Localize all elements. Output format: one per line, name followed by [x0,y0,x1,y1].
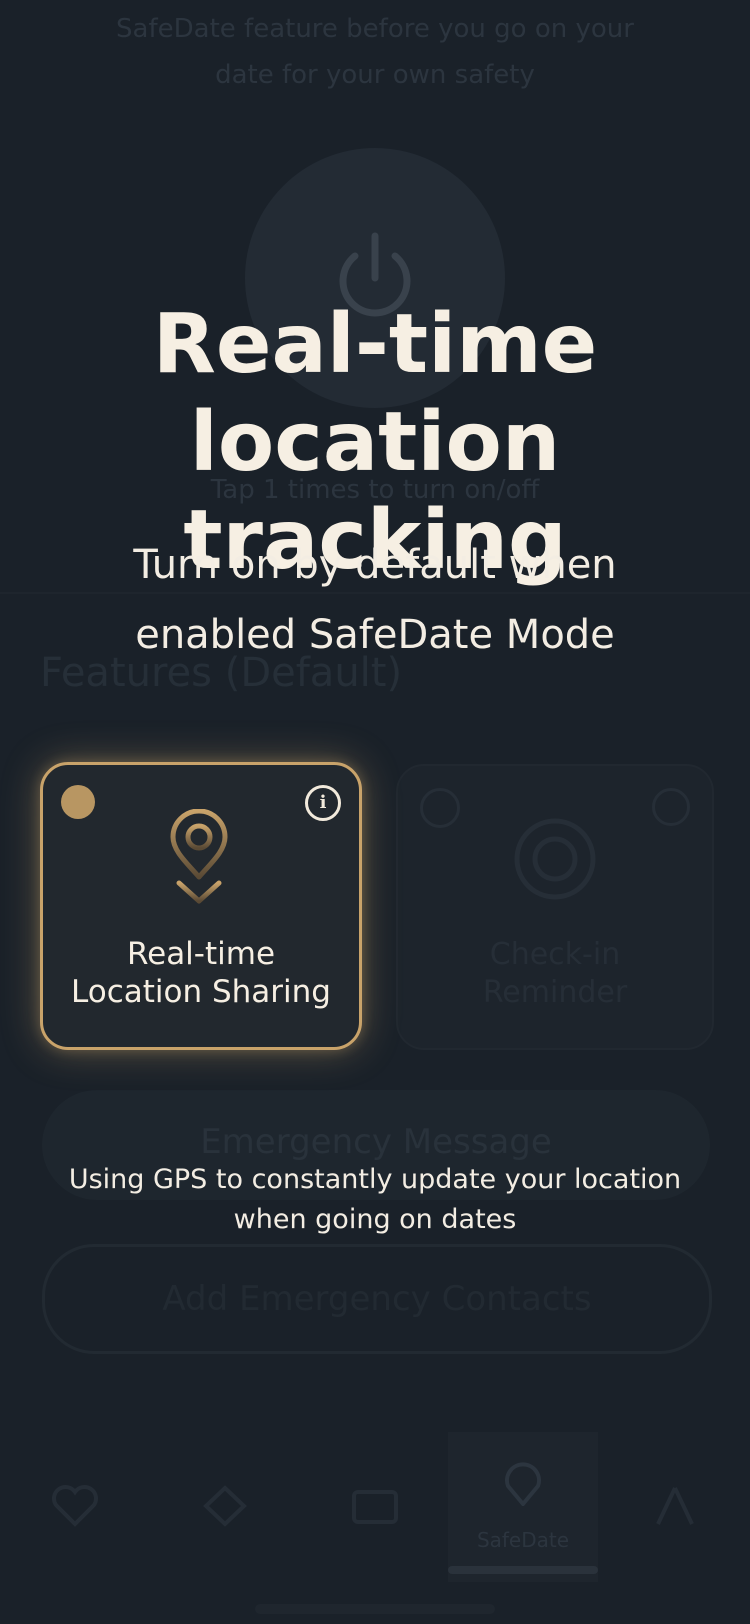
folder-icon [352,1490,398,1524]
caption-line-1: Using GPS to constantly update your loca… [68,1164,682,1195]
info-icon[interactable] [652,788,690,826]
tab-discover[interactable] [150,1432,300,1582]
target-icon [514,818,596,900]
heart-icon [52,1485,98,1527]
overlay-caption: Using GPS to constantly update your loca… [40,1160,710,1240]
diamond-icon [203,1485,247,1527]
tab-profile[interactable] [600,1432,750,1582]
subline-line-2: enabled SafeDate Mode [135,612,615,658]
card-label-line-2: Location Sharing [71,974,331,1010]
home-indicator [255,1604,495,1614]
subline-line-1: Turn on by default when [133,542,617,588]
intro-line-2: date for your own safety [215,60,535,90]
overlay-subline: Turn on by default when enabled SafeDate… [0,530,750,670]
shield-icon [505,1462,541,1506]
active-tab-indicator [448,1566,598,1574]
intro-text: SafeDate feature before you go on your d… [0,6,750,98]
tab-safedate-label: SafeDate [476,1528,570,1552]
add-emergency-contacts-label: Add Emergency Contacts [162,1279,592,1319]
caption-line-2: when going on dates [233,1204,517,1235]
tab-likes[interactable] [0,1432,150,1582]
info-icon[interactable]: i [305,785,341,821]
card-toggle-dot[interactable] [420,788,460,828]
tab-messages[interactable] [300,1432,450,1582]
card-label-line-1: Check-in [489,937,621,972]
emergency-message-label: Emergency Message [200,1122,552,1162]
card-label: Check-in Reminder [398,936,712,1012]
tab-safedate[interactable]: SafeDate [448,1432,598,1582]
card-toggle-dot[interactable] [61,785,95,819]
profile-icon [656,1487,694,1525]
card-label: Real-time Location Sharing [43,935,359,1011]
bottom-tab-bar: SafeDate [0,1432,750,1592]
add-emergency-contacts-button[interactable]: Add Emergency Contacts [42,1244,712,1354]
card-label-line-2: Reminder [482,975,628,1010]
intro-line-1: SafeDate feature before you go on your [116,14,634,44]
feature-card-check-in[interactable]: Check-in Reminder [396,764,714,1050]
card-label-line-1: Real-time [126,936,276,972]
headline-line-1: Real-time [152,297,598,392]
location-pin-icon [170,809,228,904]
feature-card-location-sharing[interactable]: i Real-time Location Sharing [40,762,362,1050]
